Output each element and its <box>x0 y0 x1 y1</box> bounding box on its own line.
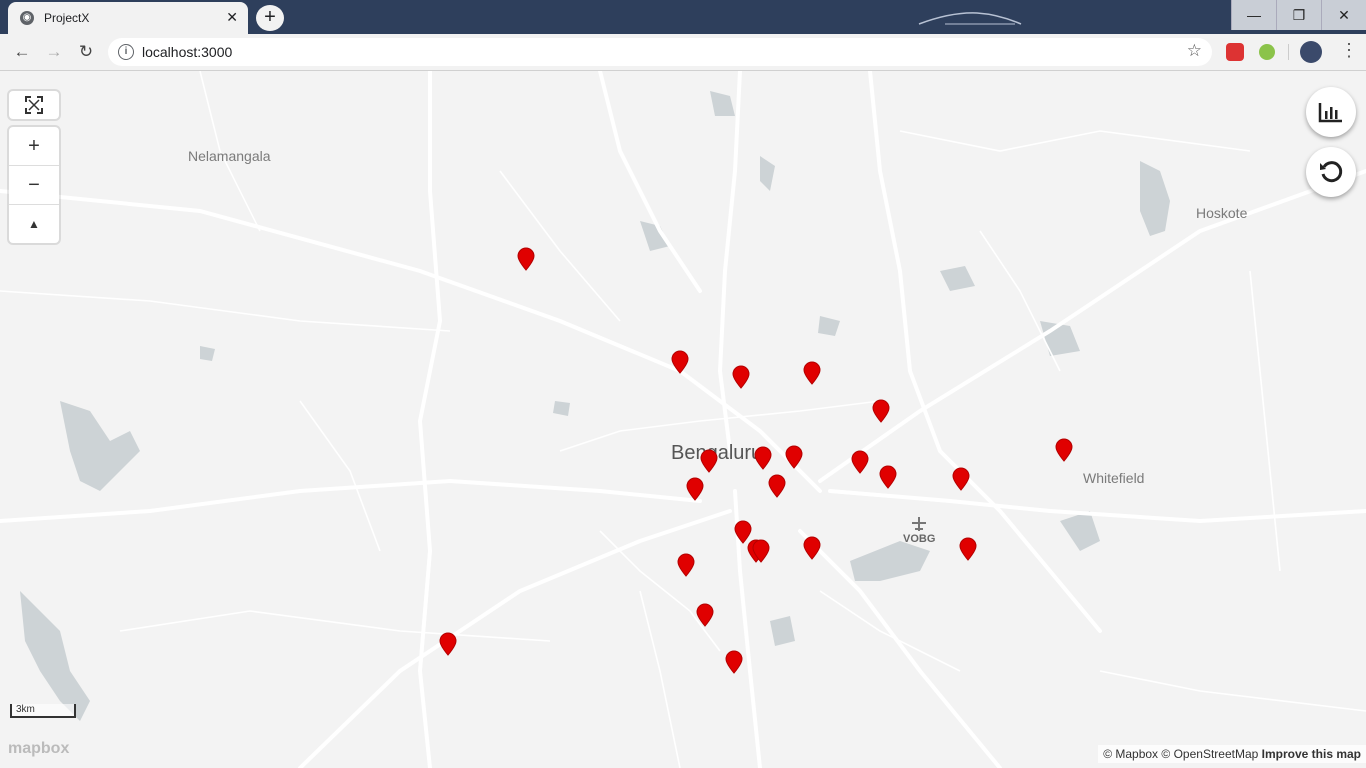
new-tab-button[interactable]: + <box>256 5 284 31</box>
map-marker[interactable] <box>851 450 869 474</box>
improve-map-link[interactable]: Improve this map <box>1262 747 1361 761</box>
map-marker[interactable] <box>754 446 772 470</box>
map-marker[interactable] <box>517 247 535 271</box>
airport-icon <box>912 517 926 531</box>
map-marker[interactable] <box>700 449 718 473</box>
map-marker[interactable] <box>696 603 714 627</box>
close-window-button[interactable]: ✕ <box>1321 0 1366 30</box>
map-marker[interactable] <box>677 553 695 577</box>
map-marker[interactable] <box>439 632 457 656</box>
map-marker[interactable] <box>752 539 770 563</box>
browser-tab-bar: ◉ ProjectX ✕ + — ❐ ✕ <box>0 0 1366 34</box>
profile-avatar[interactable] <box>1300 41 1322 63</box>
place-label-nelamangala: Nelamangala <box>188 148 271 164</box>
zoom-out-button[interactable]: − <box>9 165 59 204</box>
url-text: localhost:3000 <box>142 44 233 60</box>
address-bar[interactable]: i localhost:3000 ☆ <box>108 38 1212 66</box>
place-label-airport: VOBG <box>903 533 936 545</box>
map-marker[interactable] <box>725 650 743 674</box>
globe-icon: ◉ <box>20 11 34 25</box>
map-base-layer <box>0 71 1366 768</box>
info-icon[interactable]: i <box>118 44 134 60</box>
map-marker[interactable] <box>671 350 689 374</box>
chart-button[interactable] <box>1306 87 1356 137</box>
map-canvas[interactable]: Nelamangala Hoskote Bengaluru Whitefield… <box>0 71 1366 768</box>
forward-icon[interactable]: → <box>42 40 66 64</box>
place-label-hoskote: Hoskote <box>1196 205 1248 221</box>
restore-button[interactable]: ❐ <box>1276 0 1321 30</box>
minimize-button[interactable]: — <box>1231 0 1276 30</box>
bookmark-star-icon[interactable]: ☆ <box>1187 41 1202 61</box>
navigation-control: + − ▲ <box>9 127 59 243</box>
toolbar-divider <box>1288 44 1289 60</box>
map-marker[interactable] <box>952 467 970 491</box>
bar-chart-icon <box>1318 103 1342 123</box>
reset-icon <box>1320 161 1343 183</box>
map-marker[interactable] <box>768 474 786 498</box>
place-label-whitefield: Whitefield <box>1083 470 1145 486</box>
browser-tab[interactable]: ◉ ProjectX ✕ <box>8 2 248 34</box>
window-controls: — ❐ ✕ <box>1231 0 1366 30</box>
reload-icon[interactable]: ↻ <box>74 40 98 64</box>
fullscreen-control <box>9 91 59 119</box>
map-marker[interactable] <box>879 465 897 489</box>
attribution-mapbox[interactable]: © Mapbox <box>1103 747 1158 761</box>
map-attribution: © Mapbox © OpenStreetMap Improve this ma… <box>1098 745 1366 763</box>
map-marker[interactable] <box>803 536 821 560</box>
browser-toolbar: ← → ↻ i localhost:3000 ☆ ⋮ <box>0 34 1366 71</box>
mapbox-logo[interactable]: mapbox <box>8 740 69 758</box>
map-marker[interactable] <box>1055 438 1073 462</box>
zoom-in-button[interactable]: + <box>9 127 59 165</box>
extension-icon[interactable] <box>1259 44 1275 60</box>
fullscreen-button[interactable] <box>9 91 59 119</box>
tab-title: ProjectX <box>44 11 90 25</box>
reset-button[interactable] <box>1306 147 1356 197</box>
fullscreen-icon <box>25 96 43 114</box>
map-marker[interactable] <box>785 445 803 469</box>
car-logo-icon <box>918 12 1022 25</box>
tab-close-icon[interactable]: ✕ <box>226 9 238 26</box>
attribution-osm[interactable]: © OpenStreetMap <box>1161 747 1258 761</box>
compass-button[interactable]: ▲ <box>9 204 59 243</box>
map-marker[interactable] <box>959 537 977 561</box>
map-marker[interactable] <box>732 365 750 389</box>
browser-menu-icon[interactable]: ⋮ <box>1340 40 1358 61</box>
map-marker[interactable] <box>872 399 890 423</box>
map-marker[interactable] <box>803 361 821 385</box>
back-icon[interactable]: ← <box>10 40 34 64</box>
scale-bar: 3km <box>10 704 76 718</box>
map-marker[interactable] <box>686 477 704 501</box>
extension-icon[interactable] <box>1226 43 1244 61</box>
